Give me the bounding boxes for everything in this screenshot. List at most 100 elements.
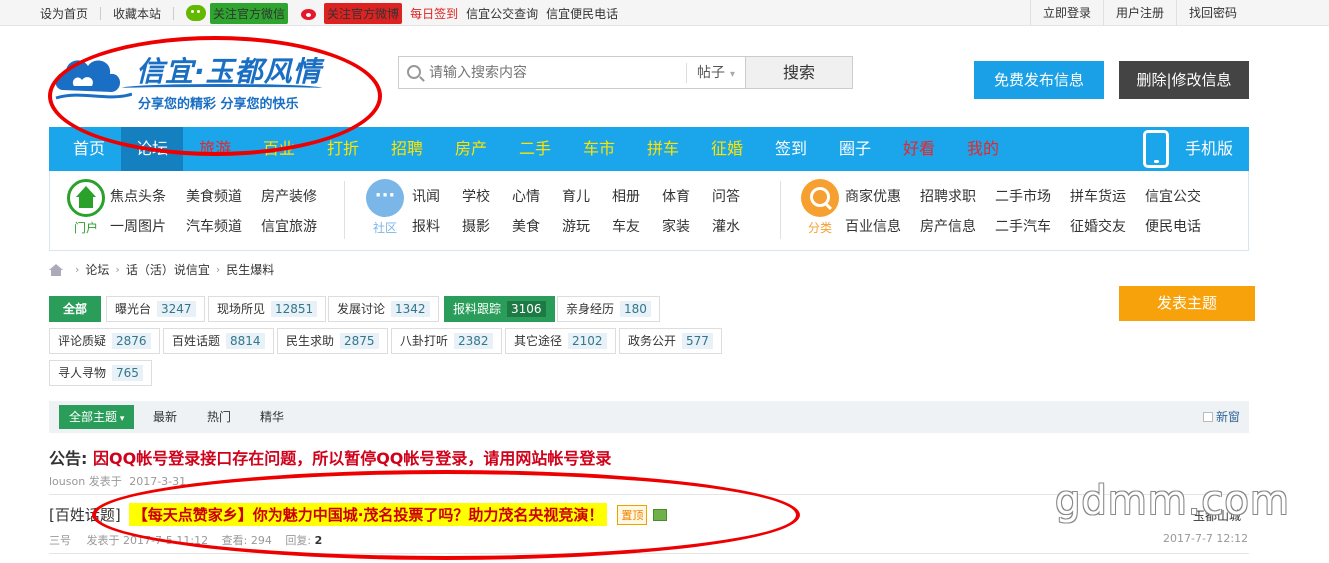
portal-link[interactable]: 汽车频道 xyxy=(186,216,242,236)
weibo-follow-link[interactable]: 关注官方微博 xyxy=(324,2,403,24)
classify-link[interactable]: 二手汽车 xyxy=(995,216,1051,236)
breadcrumb-item[interactable]: 论坛 xyxy=(85,261,109,278)
breadcrumb-item[interactable]: 民生爆料 xyxy=(226,261,274,278)
forum-tab[interactable]: 曝光台 3247 xyxy=(106,296,205,322)
search-input[interactable] xyxy=(429,61,679,85)
nav-home[interactable]: 首页 xyxy=(59,127,119,171)
filter-digest[interactable]: 精华 xyxy=(260,401,284,433)
classify-category[interactable]: 分类 xyxy=(798,179,842,236)
portal-link[interactable]: 美食频道 xyxy=(186,186,242,206)
forum-tab[interactable]: 寻人寻物 765 xyxy=(49,360,152,386)
portal-link[interactable]: 一周图片 xyxy=(110,216,166,236)
nav-sign[interactable]: 签到 xyxy=(761,127,821,171)
all-topics-dropdown[interactable]: 全部主题 xyxy=(59,405,135,429)
community-link[interactable]: 问答 xyxy=(712,186,740,206)
search-type-select[interactable]: 帖子 xyxy=(686,63,744,83)
forum-tab[interactable]: 发展讨论 1342 xyxy=(328,296,439,322)
portal-link[interactable]: 焦点头条 xyxy=(110,186,166,206)
community-link[interactable]: 心情 xyxy=(512,186,540,206)
community-link[interactable]: 报料 xyxy=(412,216,440,236)
community-link[interactable]: 讯闻 xyxy=(412,186,440,206)
classify-link[interactable]: 百业信息 xyxy=(845,216,901,236)
forum-tab[interactable]: 八卦打听 2382 xyxy=(391,328,502,354)
magnifier-icon xyxy=(801,179,839,217)
phone-query-link[interactable]: 信宜便民电话 xyxy=(546,5,618,22)
register-link[interactable]: 用户注册 xyxy=(1102,0,1176,26)
community-link[interactable]: 美食 xyxy=(512,216,540,236)
classify-link[interactable]: 二手市场 xyxy=(995,186,1051,206)
community-label: 社区 xyxy=(372,221,397,235)
wechat-follow-link[interactable]: 关注官方微信 xyxy=(210,2,289,24)
forum-tab-label: 现场所见 xyxy=(217,302,266,316)
community-link[interactable]: 学校 xyxy=(462,186,490,206)
forum-tab-active[interactable]: 报料跟踪 3106 xyxy=(444,296,555,322)
community-link[interactable]: 体育 xyxy=(662,186,690,206)
divider xyxy=(780,181,781,239)
notice-author[interactable]: louson xyxy=(49,475,85,488)
nav-discount[interactable]: 打折 xyxy=(313,127,373,171)
nav-dating[interactable]: 征婚 xyxy=(697,127,757,171)
community-link[interactable]: 相册 xyxy=(612,186,640,206)
nav-forum[interactable]: 论坛 xyxy=(121,127,183,171)
classify-link[interactable]: 房产信息 xyxy=(920,216,976,236)
site-logo[interactable]: 信宜·玉都风情 分享您的精彩 分享您的快乐 xyxy=(52,46,322,116)
nav-mine[interactable]: 我的 xyxy=(953,127,1013,171)
nav-cars[interactable]: 车市 xyxy=(569,127,629,171)
thread-category[interactable]: [百姓话题] xyxy=(49,504,121,525)
nav-mobile[interactable]: 手机版 xyxy=(1185,127,1233,171)
notice-date: 2017-3-31 xyxy=(129,475,187,488)
portal-link[interactable]: 房产装修 xyxy=(261,186,317,206)
favorite-link[interactable]: 收藏本站 xyxy=(113,5,161,22)
new-window-checkbox[interactable] xyxy=(1203,412,1213,422)
post-topic-button[interactable]: 发表主题 xyxy=(1119,286,1255,321)
nav-jobs[interactable]: 招聘 xyxy=(377,127,437,171)
filter-latest[interactable]: 最新 xyxy=(153,401,177,433)
forum-tab-all[interactable]: 全部 xyxy=(49,296,101,322)
community-link[interactable]: 灌水 xyxy=(712,216,740,236)
post-info-button[interactable]: 免费发布信息 xyxy=(974,61,1104,99)
set-home-link[interactable]: 设为首页 xyxy=(40,5,88,22)
portal-link[interactable]: 信宜旅游 xyxy=(261,216,317,236)
community-link[interactable]: 家装 xyxy=(662,216,690,236)
community-link[interactable]: 车友 xyxy=(612,216,640,236)
portal-category[interactable]: 门户 xyxy=(64,179,108,236)
community-link[interactable]: 游玩 xyxy=(562,216,590,236)
breadcrumb-item[interactable]: 话（活）说信宜 xyxy=(126,261,210,278)
nav-house[interactable]: 房产 xyxy=(441,127,501,171)
classify-link[interactable]: 拼车货运 xyxy=(1070,186,1126,206)
community-link[interactable]: 摄影 xyxy=(462,216,490,236)
filter-hot[interactable]: 热门 xyxy=(207,401,231,433)
notice-row[interactable]: 公告: 因QQ帐号登录接口存在问题，所以暂停QQ帐号登录，请用网站帐号登录 xyxy=(49,445,611,469)
nav-travel[interactable]: 旅游 xyxy=(185,127,245,171)
community-link[interactable]: 育儿 xyxy=(562,186,590,206)
new-window-label[interactable]: 新窗 xyxy=(1216,401,1240,433)
classify-link[interactable]: 征婚交友 xyxy=(1070,216,1126,236)
edit-info-button[interactable]: 删除|修改信息 xyxy=(1119,61,1249,99)
thread-author[interactable]: 三号 xyxy=(49,534,71,547)
notice-text[interactable]: 因QQ帐号登录接口存在问题，所以暂停QQ帐号登录，请用网站帐号登录 xyxy=(93,449,611,468)
forum-tab[interactable]: 政务公开 577 xyxy=(619,328,722,354)
breadcrumb-home-icon[interactable] xyxy=(49,263,63,276)
nav-secondhand[interactable]: 二手 xyxy=(505,127,565,171)
nav-watch[interactable]: 好看 xyxy=(889,127,949,171)
nav-carpool[interactable]: 拼车 xyxy=(633,127,693,171)
classify-link[interactable]: 商家优惠 xyxy=(845,186,901,206)
community-category[interactable]: 社区 xyxy=(363,179,407,236)
nav-business[interactable]: 百业 xyxy=(249,127,309,171)
forum-tab[interactable]: 百姓话题 8814 xyxy=(163,328,274,354)
daily-sign-link[interactable]: 每日签到 xyxy=(410,5,458,22)
forum-tab[interactable]: 评论质疑 2876 xyxy=(49,328,160,354)
classify-link[interactable]: 招聘求职 xyxy=(920,186,976,206)
forum-tab[interactable]: 其它途径 2102 xyxy=(505,328,616,354)
forum-tab[interactable]: 现场所见 12851 xyxy=(208,296,327,322)
forum-tab[interactable]: 民生求助 2875 xyxy=(277,328,388,354)
bus-query-link[interactable]: 信宜公交查询 xyxy=(466,5,538,22)
forum-tab[interactable]: 亲身经历 180 xyxy=(557,296,660,322)
thread-title[interactable]: 【每天点赞家乡】你为魅力中国城·茂名投票了吗？助力茂名央视竞演！ xyxy=(128,503,608,526)
search-button[interactable]: 搜索 xyxy=(745,57,852,88)
classify-link[interactable]: 信宜公交 xyxy=(1145,186,1201,206)
recover-password-link[interactable]: 找回密码 xyxy=(1175,0,1329,26)
classify-link[interactable]: 便民电话 xyxy=(1145,216,1201,236)
login-link[interactable]: 立即登录 xyxy=(1029,0,1103,26)
nav-circle[interactable]: 圈子 xyxy=(825,127,885,171)
